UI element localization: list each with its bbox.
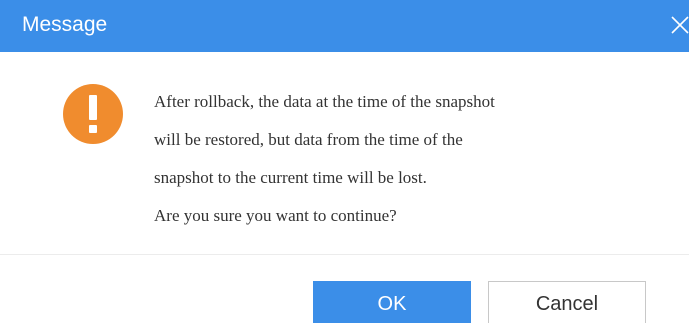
cancel-button[interactable]: Cancel: [488, 281, 646, 323]
close-icon[interactable]: [669, 12, 689, 38]
message-line: After rollback, the data at the time of …: [154, 92, 495, 111]
exclamation-warning-icon: [63, 84, 123, 144]
message-dialog: Message After rollback, the data at the …: [0, 0, 689, 323]
footer-divider: [0, 254, 689, 255]
dialog-body: After rollback, the data at the time of …: [0, 52, 689, 247]
message-line: snapshot to the current time will be los…: [154, 168, 427, 187]
dialog-title: Message: [22, 13, 108, 36]
message-line: will be restored, but data from the time…: [154, 130, 463, 149]
ok-button[interactable]: OK: [313, 281, 471, 323]
dialog-message: After rollback, the data at the time of …: [154, 83, 674, 235]
message-line: Are you sure you want to continue?: [154, 206, 397, 225]
dialog-titlebar: Message: [0, 0, 689, 52]
